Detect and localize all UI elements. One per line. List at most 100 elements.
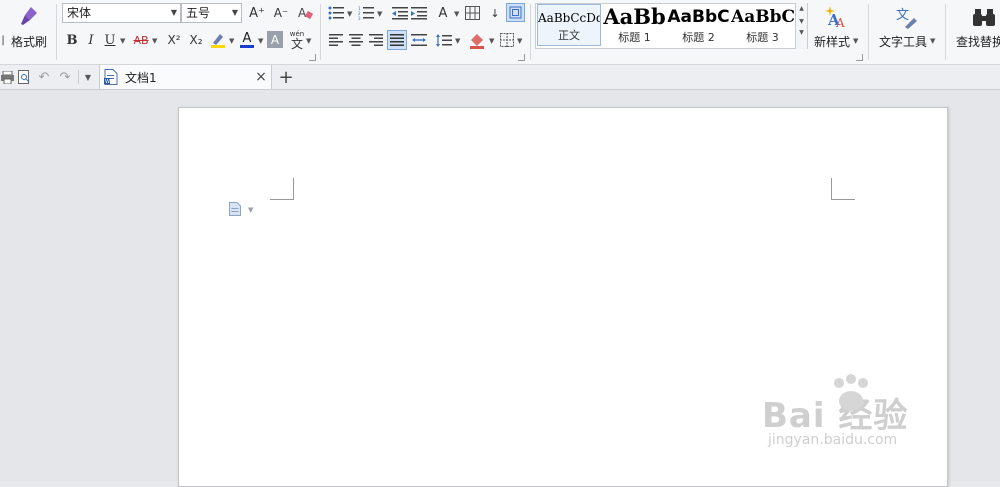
sort-icon[interactable]: ↓ <box>487 5 503 21</box>
paw-icon <box>828 372 874 416</box>
grow-font-icon[interactable]: A⁺ <box>248 4 266 22</box>
align-left-icon[interactable] <box>328 32 344 48</box>
table-grid-icon[interactable] <box>463 5 481 21</box>
scroll-down-icon[interactable]: ▼ <box>796 18 807 25</box>
align-center-icon[interactable] <box>348 32 364 48</box>
margin-corner-top-right <box>831 178 855 200</box>
style-sample: AaBbC <box>667 7 730 27</box>
style-heading-3[interactable]: AaBbC 标题 3 <box>731 4 794 46</box>
tab-title: 文档1 <box>125 71 157 85</box>
separator <box>530 4 531 60</box>
text-tools-icon[interactable]: 文 <box>894 4 920 30</box>
separator <box>320 4 321 60</box>
strikethrough-button[interactable]: AB <box>130 31 152 49</box>
new-style-label[interactable]: 新样式 <box>814 33 850 50</box>
chevron-down-icon[interactable]: ▼ <box>258 37 263 45</box>
print-preview-icon[interactable] <box>17 69 31 85</box>
chevron-down-icon: ▼ <box>231 8 238 17</box>
highlight-icon[interactable] <box>208 31 228 49</box>
chevron-down-icon[interactable]: ▼ <box>853 37 858 45</box>
new-tab-button[interactable]: + <box>276 67 296 88</box>
dialog-launcher-icon[interactable] <box>518 54 525 61</box>
more-styles-icon[interactable]: ▼ <box>796 29 807 36</box>
clear-format-icon[interactable]: A <box>296 4 314 22</box>
char-shading-button[interactable]: A <box>267 31 283 48</box>
word-doc-icon: W <box>103 68 119 86</box>
increase-indent-icon[interactable] <box>410 5 428 21</box>
close-icon[interactable]: × <box>254 68 268 86</box>
chevron-down-icon[interactable]: ▼ <box>248 206 253 214</box>
show-marks-icon[interactable] <box>506 3 525 22</box>
binoculars-icon[interactable] <box>972 5 996 29</box>
distributed-align-icon[interactable] <box>410 32 428 48</box>
style-heading-1[interactable]: AaBb 标题 1 <box>603 4 666 46</box>
font-name-select[interactable]: 宋体 ▼ <box>62 3 181 23</box>
style-sample: AaBbCcDd <box>538 11 600 25</box>
chevron-down-icon[interactable]: ▼ <box>489 37 494 45</box>
find-replace-label[interactable]: 查找替换 <box>956 33 1000 50</box>
font-color-glyph: A <box>242 31 252 46</box>
style-heading-2[interactable]: AaBbC 标题 2 <box>667 4 730 46</box>
borders-icon[interactable] <box>499 32 515 48</box>
baidu-watermark-url: jingyan.baidu.com <box>768 432 898 448</box>
superscript-button[interactable]: X² <box>164 31 184 49</box>
shading-fill-icon[interactable] <box>467 30 487 50</box>
chevron-down-icon[interactable]: ▼ <box>152 37 157 45</box>
format-painter-label[interactable]: 格式刷 <box>11 33 47 50</box>
dialog-launcher-icon[interactable] <box>309 54 316 61</box>
style-name: 标题 1 <box>618 31 651 44</box>
undo-icon[interactable]: ↶ <box>36 69 52 85</box>
chevron-down-icon[interactable]: ▼ <box>454 10 459 18</box>
separator <box>56 4 57 60</box>
font-size-value: 五号 <box>186 6 211 20</box>
styles-scrollbar[interactable]: ▲ ▼ ▼ <box>795 3 807 49</box>
redo-icon[interactable]: ↷ <box>57 69 73 85</box>
svg-text:W: W <box>105 79 110 85</box>
phonetic-guide-button[interactable]: wén 文 <box>288 28 306 52</box>
print-icon[interactable] <box>0 69 14 85</box>
phonetic-bottom: 文 <box>290 36 303 51</box>
svg-text:文: 文 <box>896 8 909 23</box>
underline-button[interactable]: U <box>102 31 118 49</box>
clipboard-stub-icon[interactable]: | <box>0 33 6 47</box>
shrink-font-icon[interactable]: A⁻ <box>272 4 290 22</box>
text-tools-label[interactable]: 文字工具 <box>879 33 927 50</box>
chevron-down-icon[interactable]: ▼ <box>377 10 382 18</box>
bold-button[interactable]: B <box>63 31 81 49</box>
style-name: 标题 3 <box>746 31 779 44</box>
style-name: 标题 2 <box>682 31 715 44</box>
numbered-list-icon[interactable]: 123 <box>357 5 375 21</box>
tab-document-1[interactable]: W 文档1 × <box>99 65 272 89</box>
chevron-down-icon[interactable]: ▼ <box>455 37 460 45</box>
align-right-icon[interactable] <box>368 32 384 48</box>
style-normal[interactable]: AaBbCcDd 正文 <box>537 4 601 46</box>
new-style-icon[interactable]: AA <box>823 4 849 30</box>
italic-button[interactable]: I <box>82 31 100 49</box>
chevron-down-icon[interactable]: ▼ <box>347 10 352 18</box>
scroll-up-icon[interactable]: ▲ <box>796 5 807 12</box>
font-name-value: 宋体 <box>67 6 92 20</box>
style-sample: AaBb <box>603 4 666 29</box>
bullet-list-icon[interactable] <box>327 5 345 21</box>
document-tab-bar: ↶ ↷ ▼ W 文档1 × + <box>0 65 1000 90</box>
dialog-launcher-icon[interactable] <box>856 54 863 61</box>
svg-text:3: 3 <box>358 16 361 20</box>
paintbrush-icon[interactable] <box>16 4 42 28</box>
decrease-indent-icon[interactable] <box>391 5 409 21</box>
chevron-down-icon: ▼ <box>170 8 177 17</box>
chevron-down-icon[interactable]: ▼ <box>517 37 522 45</box>
paragraph-layout-icon[interactable] <box>228 201 242 217</box>
customize-toolbar-icon[interactable]: ▼ <box>82 69 94 85</box>
chevron-down-icon[interactable]: ▼ <box>229 37 234 45</box>
line-spacing-icon[interactable] <box>435 32 453 48</box>
style-sample: AaBbC <box>731 7 794 27</box>
chevron-down-icon[interactable]: ▼ <box>120 37 125 45</box>
subscript-button[interactable]: X₂ <box>186 31 206 49</box>
text-direction-icon[interactable]: A <box>434 4 452 22</box>
chevron-down-icon[interactable]: ▼ <box>930 37 935 45</box>
font-size-select[interactable]: 五号 ▼ <box>181 3 242 23</box>
separator <box>868 4 869 60</box>
chevron-down-icon[interactable]: ▼ <box>306 37 311 45</box>
font-color-button[interactable]: A <box>238 31 256 49</box>
align-justify-icon[interactable] <box>387 30 407 50</box>
